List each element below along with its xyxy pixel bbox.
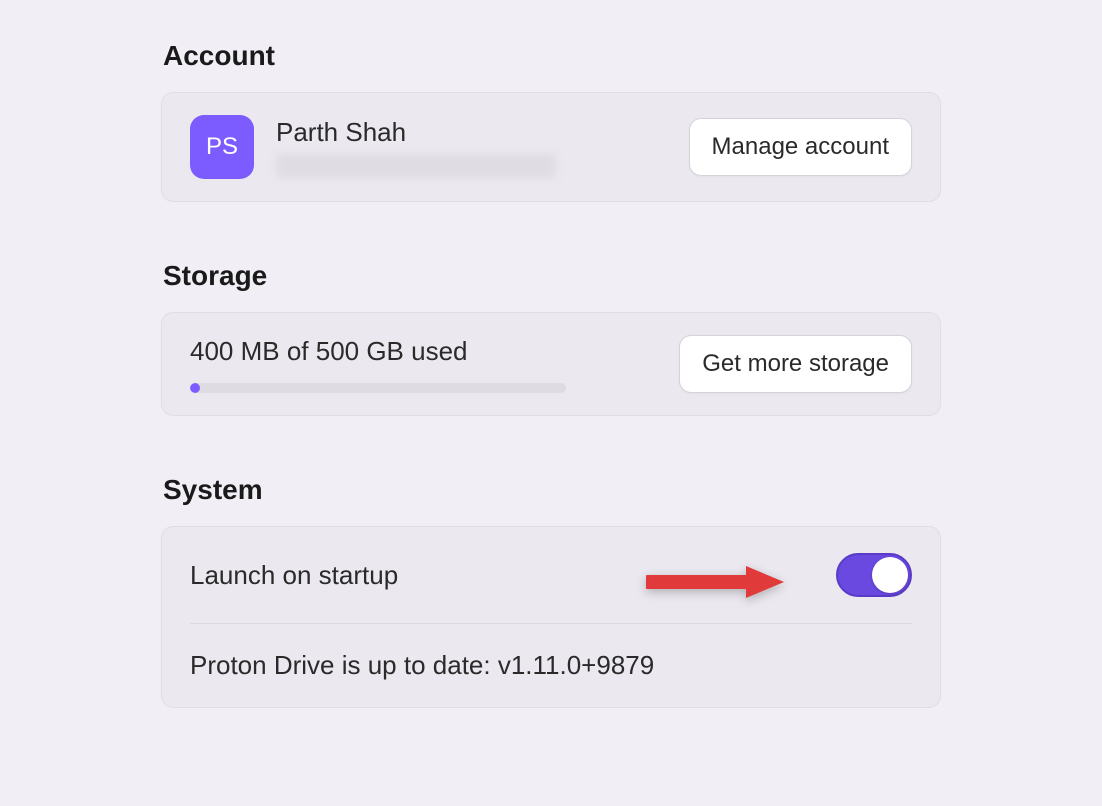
storage-row: 400 MB of 500 GB used Get more storage [190,335,912,393]
get-more-storage-button[interactable]: Get more storage [679,335,912,393]
avatar: PS [190,115,254,179]
account-info: Parth Shah [276,117,556,178]
storage-info: 400 MB of 500 GB used [190,336,566,393]
toggle-knob [872,557,908,593]
manage-account-button[interactable]: Manage account [689,118,912,176]
arrow-icon [646,560,786,604]
system-heading: System [161,474,941,506]
account-info-group: PS Parth Shah [190,115,556,179]
version-text: Proton Drive is up to date: v1.11.0+9879 [190,650,654,681]
account-heading: Account [161,40,941,72]
storage-usage-text: 400 MB of 500 GB used [190,336,566,367]
launch-startup-label: Launch on startup [190,560,398,591]
storage-progress-fill [190,383,200,393]
storage-progress-bar [190,383,566,393]
toggle-wrapper [646,553,912,597]
storage-card: 400 MB of 500 GB used Get more storage [161,312,941,416]
account-card: PS Parth Shah Manage account [161,92,941,202]
account-email-redacted [276,154,556,178]
storage-heading: Storage [161,260,941,292]
version-row: Proton Drive is up to date: v1.11.0+9879 [162,624,940,707]
account-name: Parth Shah [276,117,556,148]
arrow-annotation [646,560,786,590]
launch-startup-row: Launch on startup [162,527,940,623]
system-card: Launch on startup Proton Drive is up to … [161,526,941,708]
launch-startup-toggle[interactable] [836,553,912,597]
avatar-initials: PS [206,133,238,161]
account-row: PS Parth Shah Manage account [190,115,912,179]
